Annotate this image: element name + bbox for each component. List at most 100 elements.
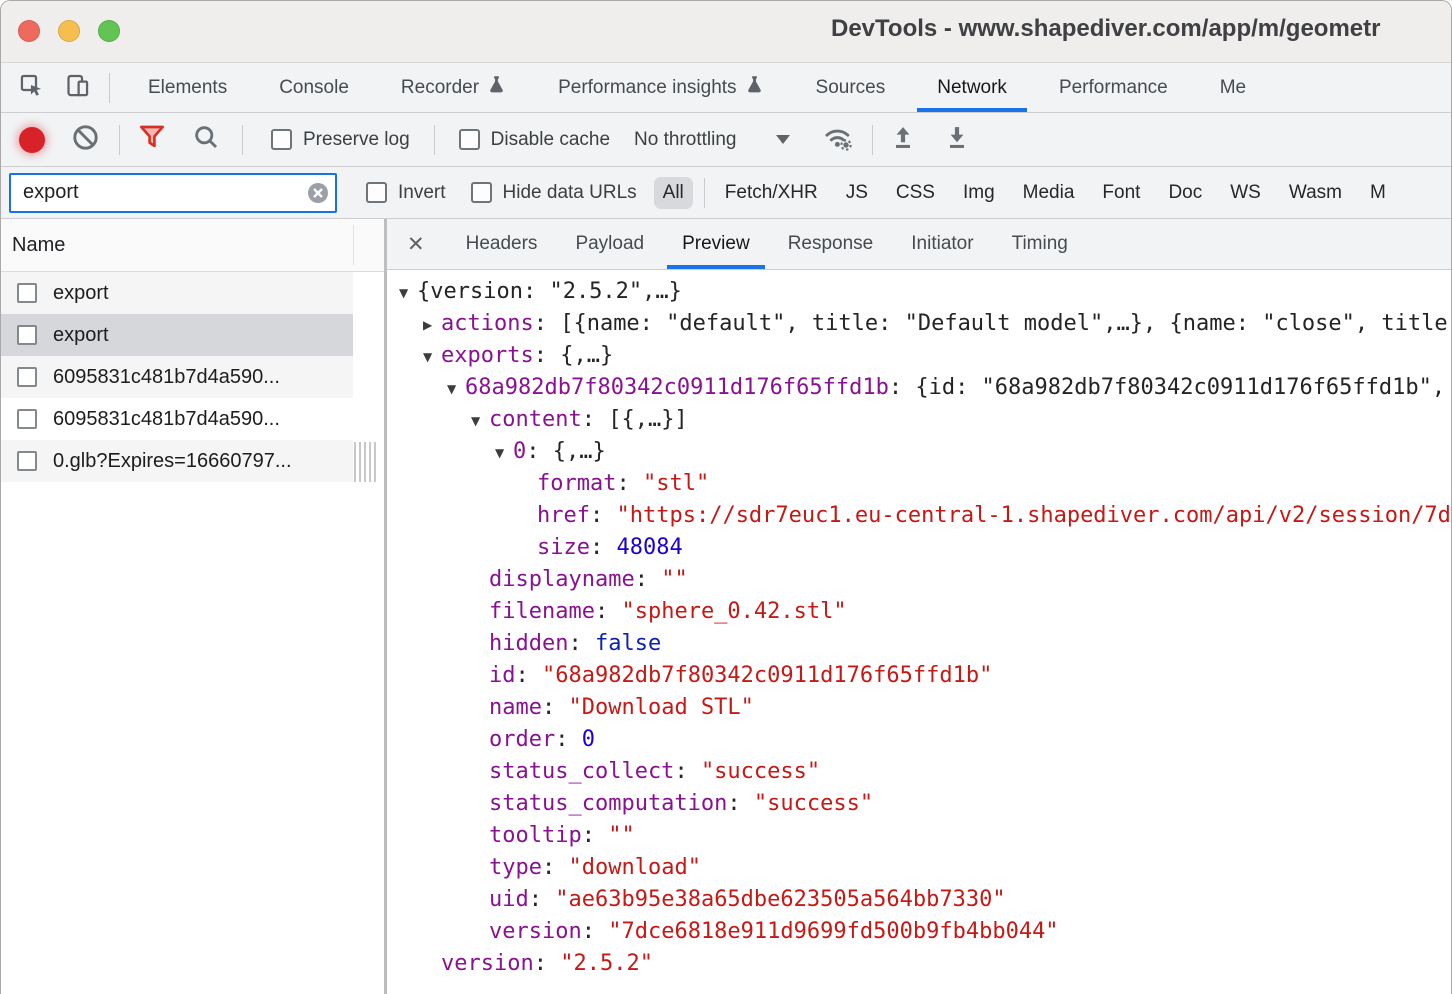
type-filter-media[interactable]: Media — [1014, 177, 1084, 209]
tab-sources[interactable]: Sources — [790, 63, 912, 112]
tab-elements[interactable]: Elements — [122, 63, 253, 112]
disclosure-triangle-icon[interactable]: ▼ — [471, 405, 489, 437]
preserve-log-label[interactable]: Preserve log — [303, 129, 410, 151]
type-filter-doc[interactable]: Doc — [1159, 177, 1211, 209]
detail-tab-preview[interactable]: Preview — [663, 219, 769, 269]
json-string: "success" — [701, 759, 820, 784]
table-row[interactable]: export — [1, 314, 353, 356]
hide-data-urls-checkbox[interactable] — [471, 182, 492, 203]
tab-network[interactable]: Network — [911, 63, 1033, 112]
json-tree-row[interactable]: ▼exports: {,…} — [387, 340, 1451, 372]
type-filter-css[interactable]: CSS — [887, 177, 944, 209]
invert-checkbox[interactable] — [366, 182, 387, 203]
row-checkbox[interactable] — [17, 367, 37, 387]
type-filter-img[interactable]: Img — [954, 177, 1004, 209]
json-tree-row[interactable]: tooltip: "" — [387, 820, 1451, 852]
minimize-window-button[interactable] — [58, 20, 80, 42]
json-tree-row[interactable]: version: "2.5.2" — [387, 948, 1451, 980]
disable-cache-label[interactable]: Disable cache — [491, 129, 610, 151]
detail-tab-response[interactable]: Response — [769, 219, 893, 269]
json-tree-row[interactable]: uid: "ae63b95e38a65dbe623505a564bb7330" — [387, 884, 1451, 916]
json-tree-row[interactable]: hidden: false — [387, 628, 1451, 660]
json-tree-row[interactable]: order: 0 — [387, 724, 1451, 756]
throttling-select[interactable]: No throttling — [634, 129, 736, 151]
network-conditions-button[interactable] — [822, 124, 854, 156]
toggle-device-toolbar-button[interactable] — [61, 72, 93, 104]
hide-data-urls-label[interactable]: Hide data URLs — [503, 182, 637, 204]
disable-cache-checkbox[interactable] — [459, 129, 480, 150]
separator — [119, 125, 120, 155]
disclosure-triangle-icon[interactable]: ▼ — [423, 341, 441, 373]
detail-tab-headers[interactable]: Headers — [447, 219, 557, 269]
row-checkbox[interactable] — [17, 409, 37, 429]
json-tree-row[interactable]: format: "stl" — [387, 468, 1451, 500]
device-toolbar-icon — [64, 72, 91, 104]
json-tree-row[interactable]: ▼{version: "2.5.2",…} — [387, 276, 1451, 308]
json-tree-row[interactable]: ▼68a982db7f80342c0911d176f65ffd1b: {id: … — [387, 372, 1451, 404]
row-checkbox[interactable] — [17, 325, 37, 345]
disclosure-triangle-icon[interactable]: ▼ — [495, 437, 513, 469]
type-filter-font[interactable]: Font — [1093, 177, 1149, 209]
close-window-button[interactable] — [18, 20, 40, 42]
network-filter-bar: Invert Hide data URLs All Fetch/XHR JS CSS I… — [1, 167, 1451, 219]
json-tree-row[interactable]: size: 48084 — [387, 532, 1451, 564]
json-tree-row[interactable]: filename: "sphere_0.42.stl" — [387, 596, 1451, 628]
type-filter-wasm[interactable]: Wasm — [1280, 177, 1351, 209]
preserve-log-checkbox[interactable] — [271, 129, 292, 150]
column-resize-grip[interactable] — [354, 442, 378, 482]
table-row[interactable]: export — [1, 272, 353, 314]
filter-input[interactable] — [9, 173, 337, 213]
json-tree-row[interactable]: href: "https://sdr7euc1.eu-central-1.sha… — [387, 500, 1451, 532]
json-tree-row[interactable]: ▶actions: [{name: "default", title: "Def… — [387, 308, 1451, 340]
clear-network-log-button[interactable] — [69, 124, 101, 156]
type-filter-ws[interactable]: WS — [1221, 177, 1270, 209]
json-key: type — [489, 855, 542, 880]
tab-console[interactable]: Console — [253, 63, 375, 112]
filter-toggle-button[interactable] — [136, 124, 168, 156]
row-checkbox[interactable] — [17, 283, 37, 303]
disclosure-triangle-icon[interactable]: ▼ — [399, 277, 417, 309]
table-row[interactable]: 0.glb?Expires=16660797... — [1, 440, 353, 482]
flask-icon — [487, 75, 506, 100]
record-network-log-button[interactable] — [19, 127, 45, 153]
disclosure-triangle-icon[interactable]: ▼ — [447, 373, 465, 405]
json-tree-row[interactable]: status_computation: "success" — [387, 788, 1451, 820]
json-tree-row[interactable]: id: "68a982db7f80342c0911d176f65ffd1b" — [387, 660, 1451, 692]
name-column-header[interactable]: Name — [1, 219, 384, 272]
chevron-down-icon[interactable] — [776, 135, 790, 144]
json-key: 68a982db7f80342c0911d176f65ffd1b — [465, 375, 889, 400]
json-tree-row[interactable]: name: "Download STL" — [387, 692, 1451, 724]
json-tree-row[interactable]: ▼0: {,…} — [387, 436, 1451, 468]
export-har-button[interactable] — [941, 124, 973, 156]
detail-tab-timing[interactable]: Timing — [993, 219, 1087, 269]
separator — [434, 125, 435, 155]
table-row[interactable]: 6095831c481b7d4a590... — [1, 356, 353, 398]
search-button[interactable] — [190, 124, 222, 156]
clear-filter-button[interactable] — [307, 182, 329, 204]
disclosure-triangle-icon[interactable]: ▶ — [423, 309, 441, 341]
json-tree-row[interactable]: type: "download" — [387, 852, 1451, 884]
flask-icon — [745, 75, 764, 100]
type-filter-all[interactable]: All — [654, 177, 693, 209]
detail-tab-initiator[interactable]: Initiator — [892, 219, 992, 269]
tab-performance-insights[interactable]: Performance insights — [532, 63, 789, 112]
tab-recorder[interactable]: Recorder — [375, 63, 532, 112]
json-tree-row[interactable]: status_collect: "success" — [387, 756, 1451, 788]
table-row[interactable]: 6095831c481b7d4a590... — [1, 398, 353, 440]
zoom-window-button[interactable] — [98, 20, 120, 42]
request-name: export — [53, 324, 109, 347]
detail-tab-payload[interactable]: Payload — [556, 219, 663, 269]
json-tree-row[interactable]: displayname: "" — [387, 564, 1451, 596]
tab-performance[interactable]: Performance — [1033, 63, 1194, 112]
row-checkbox[interactable] — [17, 451, 37, 471]
inspect-element-button[interactable] — [15, 72, 47, 104]
type-filter-m[interactable]: M — [1361, 177, 1395, 209]
tab-me[interactable]: Me — [1194, 63, 1272, 112]
close-detail-button[interactable]: ✕ — [397, 219, 435, 269]
type-filter-js[interactable]: JS — [837, 177, 877, 209]
import-har-button[interactable] — [887, 124, 919, 156]
json-tree-row[interactable]: ▼content: [{,…}] — [387, 404, 1451, 436]
json-tree-row[interactable]: version: "7dce6818e911d9699fd500b9fb4bb0… — [387, 916, 1451, 948]
invert-label[interactable]: Invert — [398, 182, 446, 204]
type-filter-fetch-xhr[interactable]: Fetch/XHR — [716, 177, 827, 209]
